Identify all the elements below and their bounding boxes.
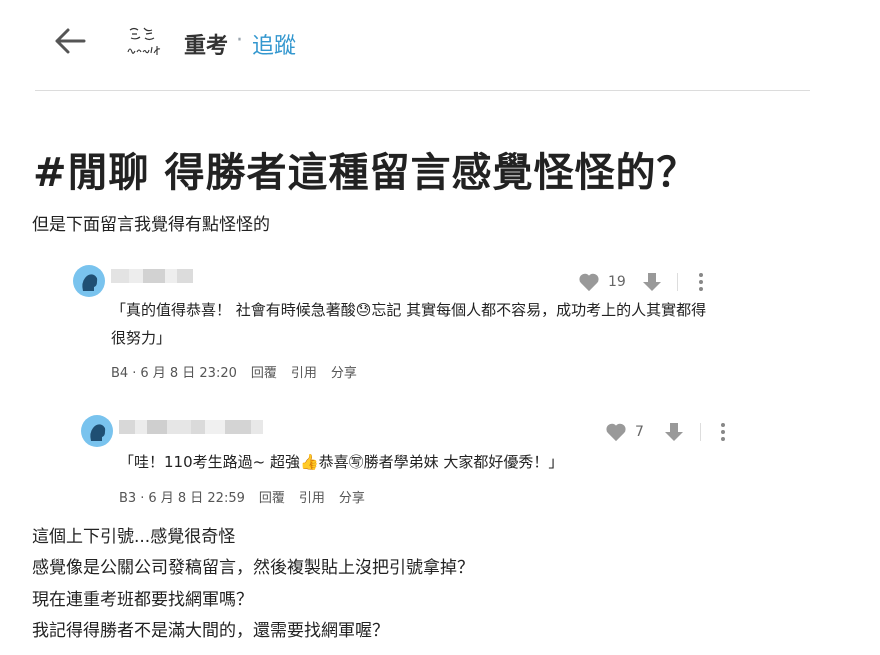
comment-text: 「哇！110考生路過~ 超強👍恭喜㊢勝者學弟妹 大家都好優秀！」: [119, 448, 563, 476]
post-intro: 但是下面留言我覺得有點怪怪的: [32, 215, 270, 235]
more-vertical-icon[interactable]: [720, 422, 726, 442]
reply-button[interactable]: 回覆: [259, 491, 285, 506]
post-header: 重考 · 追蹤: [0, 0, 880, 90]
floor-label: B4: [111, 366, 129, 381]
avatar[interactable]: [81, 415, 113, 447]
quote-button[interactable]: 引用: [291, 366, 317, 381]
meta-dot: ·: [140, 491, 145, 506]
heart-icon[interactable]: [605, 422, 627, 442]
comment-meta: B3 · 6 月 8 日 22:59 回覆 引用 分享: [119, 487, 379, 506]
meta-dot: ·: [132, 366, 137, 381]
arrow-down-icon[interactable]: [663, 421, 685, 443]
post-body-line: 現在連重考班都要找網軍嗎？: [32, 590, 253, 610]
comment-text-line: 很努力」: [111, 329, 172, 347]
comment-text-line: 「真的值得恭喜！ 社會有時候急著酸😓忘記 其實每個人都不容易，成功考上的人其實都…: [111, 301, 707, 319]
post-body-line: 這個上下引號...感覺很奇怪: [32, 527, 236, 547]
more-vertical-icon[interactable]: [698, 272, 704, 292]
comment-text: 「真的值得恭喜！ 社會有時候急著酸😓忘記 其實每個人都不容易，成功考上的人其實都…: [111, 296, 706, 352]
back-arrow-icon[interactable]: [52, 26, 88, 56]
post-body-line: 我記得得勝者不是滿大間的，還需要找網軍喔？: [32, 621, 389, 641]
like-count: 7: [635, 424, 644, 440]
like-count: 19: [608, 274, 626, 290]
board-name[interactable]: 重考: [184, 28, 228, 60]
floor-label: B3: [119, 491, 137, 506]
comment-date: 6 月 8 日 22:59: [148, 491, 245, 506]
reply-button[interactable]: 回覆: [251, 366, 277, 381]
masked-username: [111, 268, 193, 283]
header-separator: ·: [236, 28, 243, 53]
action-separator: [677, 273, 678, 291]
arrow-down-icon[interactable]: [641, 271, 663, 293]
follow-button[interactable]: 追蹤: [252, 28, 296, 60]
comment-meta: B4 · 6 月 8 日 23:20 回覆 引用 分享: [111, 362, 371, 381]
avatar[interactable]: [73, 265, 105, 297]
heart-icon[interactable]: [578, 272, 600, 292]
post-title: #閒聊 得勝者這種留言感覺怪怪的？: [33, 150, 698, 196]
share-button[interactable]: 分享: [331, 366, 357, 381]
comment-date: 6 月 8 日 23:20: [140, 366, 237, 381]
board-logo[interactable]: [124, 22, 166, 62]
comment-text-line: 「哇！110考生路過~ 超強👍恭喜㊢勝者學弟妹 大家都好優秀！」: [119, 453, 564, 471]
like-group: 7: [605, 422, 644, 442]
quote-button[interactable]: 引用: [299, 491, 325, 506]
action-separator: [700, 423, 701, 441]
like-group: 19: [578, 272, 626, 292]
header-divider: [35, 90, 810, 91]
masked-username: [119, 419, 263, 434]
share-button[interactable]: 分享: [339, 491, 365, 506]
post-body-line: 感覺像是公關公司發稿留言，然後複製貼上沒把引號拿掉？: [32, 558, 474, 578]
